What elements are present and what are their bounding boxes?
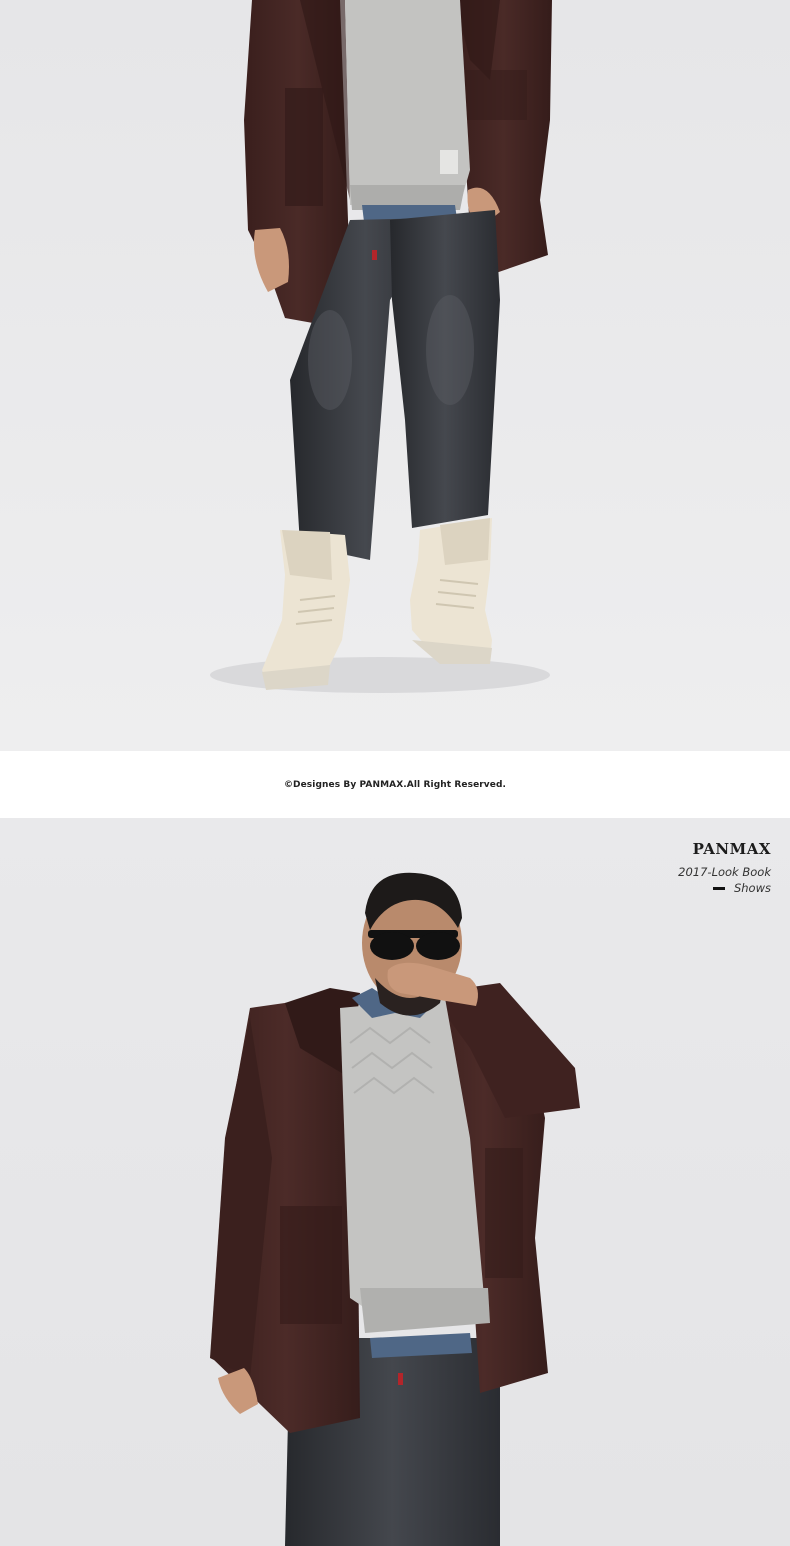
lookbook-photo-top bbox=[0, 0, 790, 751]
brand-block: PANMAX 2017-Look Book Shows bbox=[678, 840, 771, 895]
brand-name: PANMAX bbox=[692, 840, 771, 858]
lookbook-photo-bottom: PANMAX 2017-Look Book Shows bbox=[0, 818, 790, 1546]
copyright-band: ©Designes By PANMAX.All Right Reserved. bbox=[0, 751, 790, 818]
shows-label: Shows bbox=[733, 881, 771, 895]
model-lower-body-illustration bbox=[0, 0, 790, 751]
model-upper-body-illustration bbox=[0, 818, 790, 1546]
lookbook-subtitle: 2017-Look Book bbox=[678, 865, 771, 879]
dash-divider bbox=[712, 886, 725, 890]
shows-row: Shows bbox=[678, 881, 771, 895]
copyright-text: ©Designes By PANMAX.All Right Reserved. bbox=[283, 779, 507, 790]
